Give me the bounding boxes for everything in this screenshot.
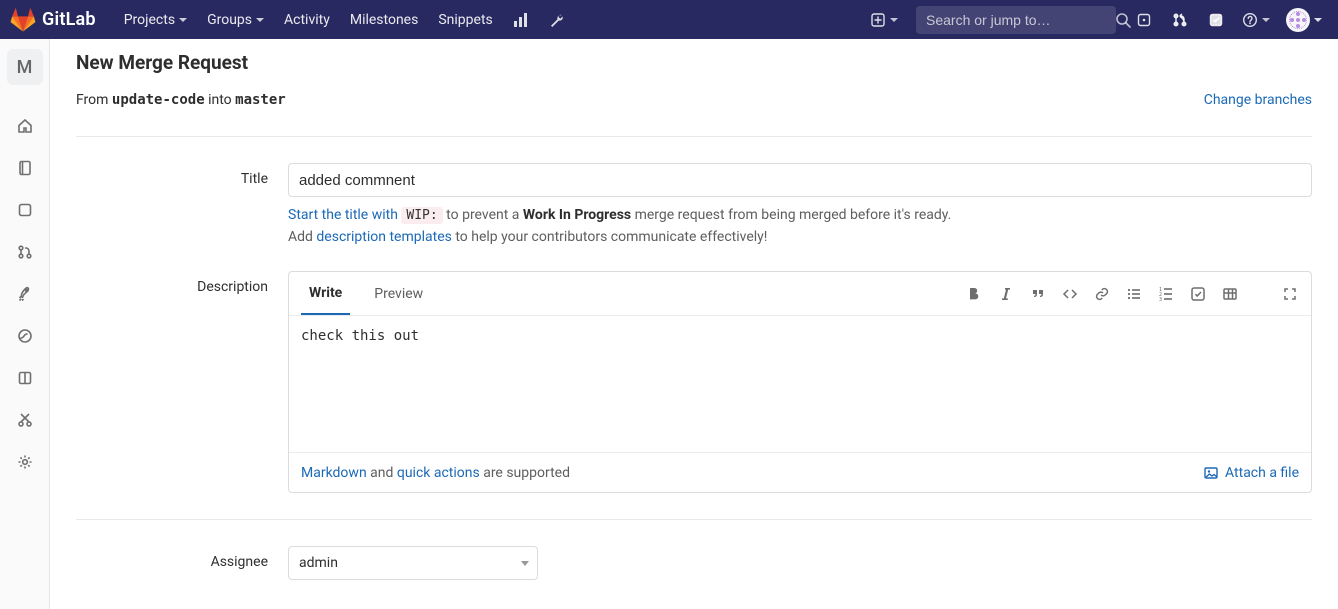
title-input[interactable]	[288, 163, 1312, 197]
svg-text:3: 3	[1159, 297, 1162, 302]
wip-helper-strong: Work In Progress	[523, 207, 631, 223]
footer-supported: are supported	[480, 465, 570, 481]
image-icon	[1203, 465, 1219, 481]
nav-activity-label: Activity	[284, 12, 330, 28]
numbered-list-icon[interactable]: 123	[1157, 285, 1175, 303]
nav-snippets-label: Snippets	[438, 12, 492, 28]
description-editor: Write Preview 123	[288, 271, 1312, 493]
target-branch: master	[235, 92, 286, 108]
code-icon[interactable]	[1061, 285, 1079, 303]
tab-preview[interactable]: Preview	[366, 274, 431, 314]
global-search[interactable]	[916, 6, 1116, 34]
into-label: into	[205, 92, 236, 108]
wip-helper: Start the title with WIP: to prevent a W…	[288, 207, 1312, 223]
brand-name: GitLab	[42, 9, 96, 30]
nav-admin-wrench-icon[interactable]	[539, 0, 575, 39]
assignee-value: admin	[299, 555, 338, 571]
chevron-down-icon	[521, 561, 529, 566]
assignee-dropdown[interactable]: admin	[288, 546, 538, 580]
caret-down-icon	[256, 18, 264, 22]
user-menu[interactable]	[1278, 8, 1322, 32]
new-dropdown[interactable]	[862, 0, 906, 39]
nav-groups-label: Groups	[207, 12, 252, 28]
footer-and: and	[367, 465, 397, 481]
editor-toolbar: 123	[965, 285, 1299, 303]
link-icon[interactable]	[1093, 285, 1111, 303]
issues-shortcut-icon[interactable]	[1126, 0, 1162, 39]
sidebar-cicd-icon[interactable]	[0, 273, 50, 315]
editor-footer: Markdown and quick actions are supported…	[289, 452, 1311, 492]
caret-down-icon	[1262, 18, 1270, 22]
sidebar-operations-icon[interactable]	[0, 315, 50, 357]
divider	[76, 136, 1312, 137]
sidebar-repository-icon[interactable]	[0, 147, 50, 189]
project-avatar[interactable]: M	[7, 49, 43, 85]
from-label: From	[76, 92, 112, 108]
nav-milestones-label: Milestones	[350, 12, 419, 28]
italic-icon[interactable]	[997, 285, 1015, 303]
markdown-link[interactable]: Markdown	[301, 465, 367, 481]
sidebar-merge-requests-icon[interactable]	[0, 231, 50, 273]
table-icon[interactable]	[1221, 285, 1239, 303]
nav-groups[interactable]: Groups	[197, 0, 274, 39]
nav-projects-label: Projects	[124, 12, 175, 28]
merge-requests-shortcut-icon[interactable]	[1162, 0, 1198, 39]
caret-down-icon	[179, 18, 187, 22]
assignee-label: Assignee	[76, 546, 288, 570]
topbar: GitLab Projects Groups Activity Mileston…	[0, 0, 1338, 39]
sidebar-wiki-icon[interactable]	[0, 357, 50, 399]
help-dropdown[interactable]	[1234, 0, 1278, 39]
tab-write[interactable]: Write	[301, 273, 350, 315]
sidebar-snippets-icon[interactable]	[0, 399, 50, 441]
description-field-row: Description Write Preview 123	[76, 271, 1312, 493]
wip-chip: WIP:	[401, 207, 442, 224]
avatar-icon	[1286, 8, 1310, 32]
gitlab-logo-icon[interactable]	[10, 7, 36, 33]
nav-analytics-icon[interactable]	[503, 0, 539, 39]
attach-file-label: Attach a file	[1225, 465, 1299, 481]
desc-templates-b: to help your contributors communicate ef…	[452, 229, 768, 245]
source-branch: update-code	[112, 92, 205, 108]
description-templates-link[interactable]: description templates	[316, 229, 451, 245]
change-branches-link[interactable]: Change branches	[1204, 92, 1312, 108]
main-content: New Merge Request From update-code into …	[50, 39, 1338, 609]
sidebar-overview-icon[interactable]	[0, 105, 50, 147]
quote-icon[interactable]	[1029, 285, 1047, 303]
task-list-icon[interactable]	[1189, 285, 1207, 303]
nav-projects[interactable]: Projects	[114, 0, 197, 39]
editor-tabs: Write Preview 123	[289, 272, 1311, 316]
wip-helper-b: to prevent a	[443, 207, 523, 223]
title-field-row: Title Start the title with WIP: to preve…	[76, 163, 1312, 245]
title-label: Title	[76, 163, 288, 187]
fullscreen-icon[interactable]	[1281, 285, 1299, 303]
wip-helper-link-a[interactable]: Start the title with	[288, 207, 401, 223]
todos-shortcut-icon[interactable]	[1198, 0, 1234, 39]
wip-helper-c: merge request from being merged before i…	[631, 207, 951, 223]
search-input[interactable]	[924, 11, 1109, 29]
page-title: New Merge Request	[76, 51, 1312, 74]
caret-down-icon	[890, 18, 898, 22]
desc-templates-helper: Add description templates to help your c…	[288, 229, 1312, 245]
sidebar-settings-icon[interactable]	[0, 441, 50, 483]
bullet-list-icon[interactable]	[1125, 285, 1143, 303]
quick-actions-link[interactable]: quick actions	[397, 465, 480, 481]
bold-icon[interactable]	[965, 285, 983, 303]
attach-file-button[interactable]: Attach a file	[1203, 465, 1299, 481]
description-textarea[interactable]	[289, 316, 1311, 448]
description-label: Description	[76, 271, 288, 295]
caret-down-icon	[1314, 18, 1322, 22]
branch-summary-row: From update-code into master Change bran…	[76, 92, 1312, 108]
divider	[76, 519, 1312, 520]
project-sidebar: M	[0, 39, 50, 609]
nav-snippets[interactable]: Snippets	[428, 0, 502, 39]
nav-activity[interactable]: Activity	[274, 0, 340, 39]
assignee-field-row: Assignee admin	[76, 546, 1312, 580]
sidebar-issues-icon[interactable]	[0, 189, 50, 231]
desc-templates-a: Add	[288, 229, 316, 245]
nav-milestones[interactable]: Milestones	[340, 0, 429, 39]
